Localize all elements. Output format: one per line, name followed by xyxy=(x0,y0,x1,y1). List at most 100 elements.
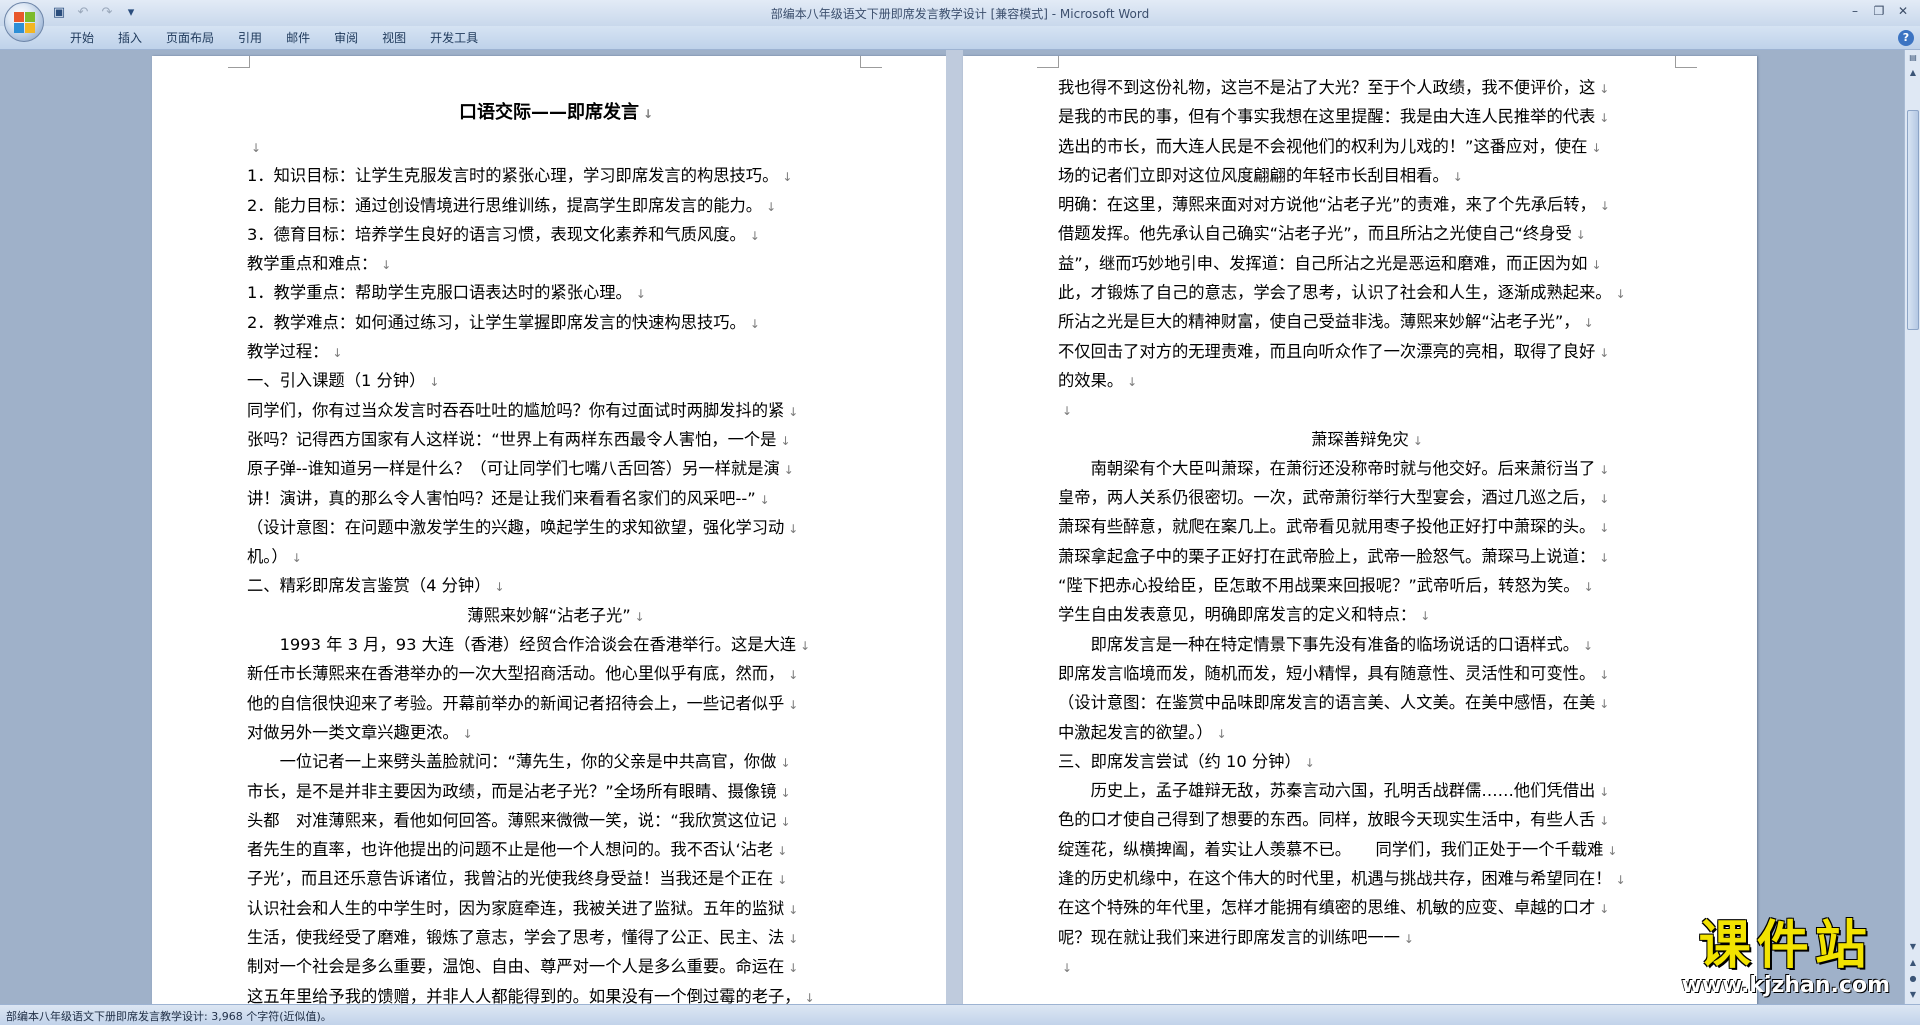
ribbon-tab[interactable]: 视图 xyxy=(370,30,418,46)
next-page-icon[interactable]: ▼ xyxy=(1906,987,1920,1002)
document-paragraph: “陛下把赤心投给臣，臣怎敢不用战栗来回报呢？”武帝听后，转怒为笑。 ↓ xyxy=(1058,571,1676,600)
maximize-icon[interactable]: ❐ xyxy=(1868,2,1890,20)
document-paragraph: 市长，是不是并非主要因为政绩，而是沾老子光？”全场所有眼睛、摄像镜 ↓ xyxy=(247,777,865,806)
paragraph-text: 新任市长薄熙来在香港举办的一次大型招商活动。他心里似乎有底，然而， xyxy=(247,664,785,684)
ribbon-tab[interactable]: 引用 xyxy=(226,30,274,46)
page-text-right[interactable]: 我也得不到这份礼物，这岂不是沾了大光？至于个人政绩，我不便评价，这 ↓ 是我的市民的… xyxy=(1058,73,1676,981)
paragraph-text: 明确：在这里，薄熙来面对对方说他“沾老子光”的责难，来了个先承后转， xyxy=(1058,195,1596,215)
minimize-icon[interactable]: – xyxy=(1844,2,1866,20)
paragraph-mark-icon: ↓ xyxy=(634,609,645,624)
ribbon-tab[interactable]: 邮件 xyxy=(274,30,322,46)
paragraph-mark-icon: ↓ xyxy=(749,316,760,331)
paragraph-mark-icon: ↓ xyxy=(1412,433,1423,448)
scroll-down-icon[interactable]: ▼ xyxy=(1906,939,1920,954)
document-paragraph: 1．教学重点：帮助学生克服口语表达时的紧张心理。 ↓ xyxy=(247,278,865,307)
paragraph-mark-icon: ↓ xyxy=(1599,902,1610,917)
paragraph-text: 者先生的直率，也许他提出的问题不止是他一个人想问的。我不否认‘沾老 xyxy=(247,840,774,860)
paragraph-text: 二、精彩即席发言鉴赏（4 分钟） xyxy=(247,576,491,596)
ribbon-tab[interactable]: 开始 xyxy=(58,30,106,46)
paragraph-mark-icon: ↓ xyxy=(800,639,811,654)
paragraph-text: 他的自信很快迎来了考验。开幕前举办的新闻记者招待会上，一些记者似乎 xyxy=(247,693,785,713)
paragraph-text: 2．教学难点：如何通过练习，让学生掌握即席发言的快速构思技巧。 xyxy=(247,312,746,332)
ribbon-tab[interactable]: 插入 xyxy=(106,30,154,46)
paragraph-mark-icon: ↓ xyxy=(1599,814,1610,829)
paragraph-text: 三、即席发言尝试（约 10 分钟） xyxy=(1058,751,1301,771)
title-bar: ▣ ↶ ↷ ▾ 部编本八年级语文下册即席发言教学设计 [兼容模式] - Micr… xyxy=(0,0,1920,26)
scroll-up-icon[interactable]: ▲ xyxy=(1906,65,1920,80)
help-icon[interactable]: ? xyxy=(1898,30,1914,46)
paragraph-mark-icon: ↓ xyxy=(1591,257,1602,272)
paragraph-mark-icon: ↓ xyxy=(1062,404,1073,419)
ribbon-tab[interactable]: 审阅 xyxy=(322,30,370,46)
document-paragraph: （设计意图：在鉴赏中品味即席发言的语言美、人文美。在美中感悟，在美 ↓ xyxy=(1058,688,1676,717)
paragraph-mark-icon: ↓ xyxy=(788,521,799,536)
paragraph-mark-icon: ↓ xyxy=(635,287,646,302)
paragraph-text: 1．教学重点：帮助学生克服口语表达时的紧张心理。 xyxy=(247,283,632,303)
document-paragraph: 三、即席发言尝试（约 10 分钟） ↓ xyxy=(1058,747,1676,776)
paragraph-mark-icon: ↓ xyxy=(1599,199,1610,214)
document-paragraph: 2．能力目标：通过创设情境进行思维训练，提高学生即席发言的能力。 ↓ xyxy=(247,191,865,220)
paragraph-text: 南朝梁有个大臣叫萧琛，在萧衍还没称帝时就与他交好。后来萧衍当了 xyxy=(1058,458,1596,478)
document-paragraph: 认识社会和人生的中学生时，因为家庭牵连，我被关进了监狱。五年的监狱 ↓ xyxy=(247,894,865,923)
paragraph-text: 讲！演讲，真的那么令人害怕吗？还是让我们来看看名家们的风采吧--” xyxy=(247,488,756,508)
document-paragraph: 借题发挥。他先承认自己确实“沾老子光”，而且所沾之光使自己“终身受 ↓ xyxy=(1058,219,1676,248)
paragraph-text: 即席发言是一种在特定情景下事先没有准备的临场说话的口语样式。 xyxy=(1058,634,1580,654)
document-paragraph: 呢？现在就让我们来进行即席发言的训练吧一一 ↓ xyxy=(1058,923,1676,952)
select-browse-object-icon[interactable]: ● xyxy=(1906,971,1920,986)
paragraph-text: 是我的市民的事，但有个事实我想在这里提醒：我是由大连人民推举的代表 xyxy=(1058,107,1596,127)
previous-page-icon[interactable]: ▲ xyxy=(1906,955,1920,970)
vertical-scrollbar[interactable]: ▤ ▲ ▼ ▲ ● ▼ xyxy=(1904,50,1920,1004)
paragraph-mark-icon: ↓ xyxy=(749,228,760,243)
paragraph-text: 在这个特殊的年代里，怎样才能拥有缜密的思维、机敏的应变、卓越的口才 xyxy=(1058,898,1596,918)
scrollbar-thumb[interactable] xyxy=(1907,110,1919,330)
document-workspace: 口语交际——即席发言 ↓ ↓ 1．知识目标：让学生克服发言时的紧张心理，学习即席发言的… xyxy=(0,50,1904,1004)
page-text-left[interactable]: 口语交际——即席发言 ↓ ↓ 1．知识目标：让学生克服发言时的紧张心理，学习即席发言的… xyxy=(247,94,865,1004)
close-icon[interactable]: ✕ xyxy=(1892,2,1914,20)
document-paragraph: 不仅回击了对方的无理责难，而且向听众作了一次漂亮的亮相，取得了良好 ↓ xyxy=(1058,337,1676,366)
paragraph-text: 生活，使我经受了磨难，锻炼了意志，学会了思考，懂得了公正、民主、法 xyxy=(247,928,785,948)
ribbon-tab[interactable]: 开发工具 xyxy=(418,30,490,46)
document-paragraph: 薄熙来妙解“沾老子光” ↓ xyxy=(247,601,865,630)
office-button[interactable] xyxy=(4,2,44,42)
paragraph-text: 选出的市长，而大连人民是不会视他们的权利为儿戏的！”这番应对，使在 xyxy=(1058,136,1588,156)
document-page-left[interactable]: 口语交际——即席发言 ↓ ↓ 1．知识目标：让学生克服发言时的紧张心理，学习即席发言的… xyxy=(152,56,946,1004)
document-paragraph: 3．德育目标：培养学生良好的语言习惯，表现文化素养和气质风度。 ↓ xyxy=(247,220,865,249)
office-logo-icon xyxy=(14,12,35,33)
paragraph-text: 此，才锻炼了自己的意志，学会了思考，认识了社会和人生，逐渐成熟起来。 xyxy=(1058,283,1612,303)
document-paragraph: 中激起发言的欲望。） ↓ xyxy=(1058,718,1676,747)
paragraph-text: 不仅回击了对方的无理责难，而且向听众作了一次漂亮的亮相，取得了良好 xyxy=(1058,341,1596,361)
watermark-url: www.kjzhan.com xyxy=(1681,973,1890,998)
paragraph-text: 机。） xyxy=(247,547,288,567)
paragraph-text: 教学过程： xyxy=(247,342,329,362)
document-paragraph: 所沾之光是巨大的精神财富，使自己受益非浅。薄熙来妙解“沾老子光”， ↓ xyxy=(1058,307,1676,336)
paragraph-mark-icon: ↓ xyxy=(780,756,791,771)
document-paragraph: 教学过程： ↓ xyxy=(247,337,865,366)
document-paragraph: 即席发言临境而发，随机而发，短小精悍，具有随意性、灵活性和可变性。 ↓ xyxy=(1058,659,1676,688)
paragraph-text: 我也得不到这份礼物，这岂不是沾了大光？至于个人政绩，我不便评价，这 xyxy=(1058,78,1596,97)
paragraph-text: 逢的历史机缘中，在这个伟大的时代里，机遇与挑战共存，困难与希望同在！ xyxy=(1058,869,1612,889)
paragraph-mark-icon: ↓ xyxy=(766,199,777,214)
paragraph-text: 口语交际——即席发言 xyxy=(458,102,639,123)
document-paragraph: 学生自由发表意见，明确即席发言的定义和特点： ↓ xyxy=(1058,600,1676,629)
document-paragraph: 萧琛善辩免灾 ↓ xyxy=(1058,425,1676,454)
paragraph-text: 头都 对准薄熙来，看他如何回答。薄熙来微微一笑，说：“我欣赏这位记 xyxy=(247,810,777,830)
document-paragraph: 他的自信很快迎来了考验。开幕前举办的新闻记者招待会上，一些记者似乎 ↓ xyxy=(247,689,865,718)
document-paragraph: 1993 年 3 月，93 大连（香港）经贸合作洽谈会在香港举行。这是大连 ↓ xyxy=(247,630,865,659)
ruler-toggle-icon[interactable]: ▤ xyxy=(1906,50,1920,65)
paragraph-text: 这五年里给予我的馈赠，并非人人都能得到的。如果没有一个倒过霉的老子， xyxy=(247,986,801,1004)
paragraph-mark-icon: ↓ xyxy=(1216,726,1227,741)
ribbon-tab[interactable]: 页面布局 xyxy=(154,30,226,46)
paragraph-mark-icon: ↓ xyxy=(381,258,392,273)
paragraph-mark-icon: ↓ xyxy=(1599,462,1610,477)
window-controls: – ❐ ✕ xyxy=(1844,2,1914,20)
paragraph-mark-icon: ↓ xyxy=(788,668,799,683)
paragraph-text: 市长，是不是并非主要因为政绩，而是沾老子光？”全场所有眼睛、摄像镜 xyxy=(247,781,777,801)
document-paragraph: 是我的市民的事，但有个事实我想在这里提醒：我是由大连人民推举的代表 ↓ xyxy=(1058,102,1676,131)
paragraph-text: 原子弹--谁知道另一样是什么？（可让同学们七嘴八舌回答）另一样就是演 xyxy=(247,459,780,479)
paragraph-mark-icon: ↓ xyxy=(804,990,815,1004)
document-page-right[interactable]: 我也得不到这份礼物，这岂不是沾了大光？至于个人政绩，我不便评价，这 ↓ 是我的市民的… xyxy=(963,56,1757,1004)
paragraph-text: 中激起发言的欲望。） xyxy=(1058,722,1213,742)
document-paragraph: 的效果。 ↓ xyxy=(1058,366,1676,395)
paragraph-text: 对做另外一类文章兴趣更浓。 xyxy=(247,722,459,742)
status-text: 部编本八年级语文下册即席发言教学设计: 3,968 个字符(近似值)。 xyxy=(6,1010,332,1023)
